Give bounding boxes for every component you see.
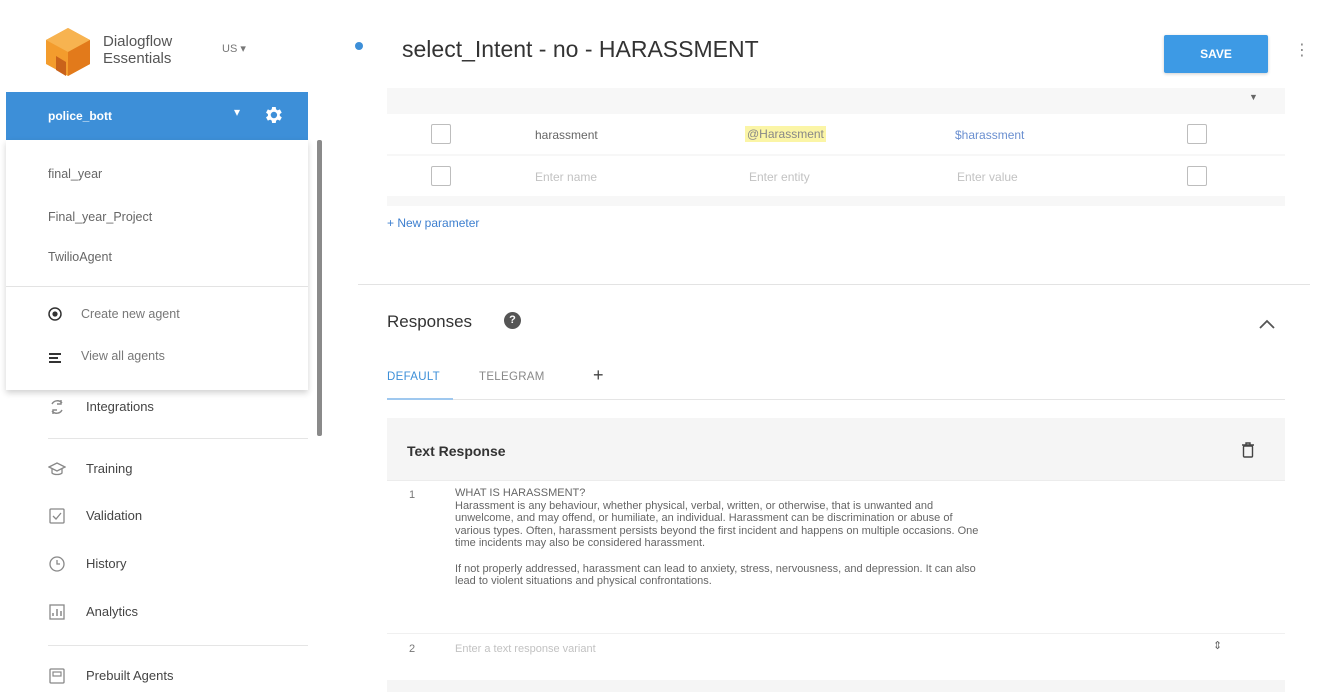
add-platform-icon[interactable]: + [593, 365, 604, 386]
unsaved-indicator [355, 42, 363, 50]
is-list-checkbox[interactable] [1187, 166, 1207, 186]
card-title: Text Response [407, 443, 506, 459]
required-checkbox[interactable] [431, 166, 451, 186]
active-tab-indicator [387, 398, 453, 400]
view-all-agents-link[interactable]: View all agents [81, 349, 165, 363]
sidebar-item-integrations[interactable]: Integrations [48, 394, 288, 420]
sidebar-item-label: Analytics [86, 604, 139, 619]
page-header: select_Intent - no - HARASSMENT SAVE ⋮ [322, 0, 1340, 88]
save-button[interactable]: SAVE [1164, 35, 1268, 73]
sidebar-item-label: Integrations [86, 399, 154, 414]
sidebar-item-analytics[interactable]: Analytics [48, 599, 288, 625]
table-row: Enter name Enter entity Enter value [387, 156, 1285, 196]
parameter-entity-input[interactable]: Enter entity [749, 170, 810, 184]
chevron-down-icon[interactable]: ▾ [234, 105, 240, 119]
region-selector[interactable]: US ▾ [222, 42, 246, 55]
sidebar-item-label: History [86, 556, 127, 571]
sidebar-item-training[interactable]: Training [48, 456, 288, 482]
integrations-icon [51, 400, 63, 414]
current-agent-name: police_bott [48, 109, 113, 123]
sidebar-item-prebuilt-agents[interactable]: Prebuilt Agents [48, 663, 288, 689]
divider [358, 284, 1310, 285]
responses-section-title: Responses [387, 312, 473, 331]
analytics-icon [49, 604, 65, 620]
sidebar-item-validation[interactable]: Validation [48, 503, 288, 529]
reorder-icon[interactable]: ⇕ [1213, 639, 1222, 652]
divider [6, 286, 308, 287]
training-icon [48, 462, 66, 476]
response-variant-input[interactable]: Enter a text response variant [455, 643, 596, 655]
parameter-entity[interactable]: @Harassment [745, 126, 826, 142]
text-response-card: Text Response 1 WHAT IS HARASSMENT? Hara… [387, 418, 1285, 668]
parameter-value-input[interactable]: Enter value [957, 170, 1018, 184]
add-circle-icon [48, 307, 62, 321]
agent-option[interactable]: Final_year_Project [48, 210, 152, 224]
create-new-agent-link[interactable]: Create new agent [81, 307, 180, 321]
product-name: Dialogflow Essentials [103, 33, 172, 67]
validation-icon [49, 508, 65, 524]
required-checkbox[interactable] [431, 124, 451, 144]
response-platform-tabs: DEFAULT TELEGRAM + [387, 365, 1285, 400]
agent-option[interactable]: final_year [48, 167, 102, 181]
tab-default[interactable]: DEFAULT [387, 371, 440, 383]
row-number: 1 [409, 489, 416, 501]
product-name-line2: Essentials [103, 50, 172, 67]
sidebar-item-history[interactable]: History [48, 551, 288, 577]
gear-icon[interactable] [262, 104, 284, 126]
main-content: ▼ harassment @Harassment $harassment Ent… [322, 0, 1340, 692]
sidebar-item-label: Prebuilt Agents [86, 668, 174, 683]
help-icon[interactable]: ? [504, 312, 521, 329]
next-card [387, 680, 1285, 692]
agent-selector[interactable]: police_bott ▾ [6, 92, 308, 140]
sidebar: Dialogflow Essentials US ▾ police_bott ▾… [0, 0, 322, 692]
brand-header: Dialogflow Essentials US ▾ [0, 0, 322, 92]
more-options-icon[interactable]: ⋮ [1294, 40, 1310, 64]
agent-dropdown-menu: final_year Final_year_Project TwilioAgen… [6, 140, 308, 390]
response-list: 1 WHAT IS HARASSMENT? Harassment is any … [387, 480, 1285, 668]
parameters-table: ▼ harassment @Harassment $harassment Ent… [387, 88, 1285, 206]
table-row: harassment @Harassment $harassment [387, 114, 1285, 154]
sidebar-item-label: Validation [86, 508, 143, 523]
dialogflow-logo-icon[interactable] [44, 26, 92, 78]
parameter-name-input[interactable]: Enter name [535, 170, 597, 184]
agent-option[interactable]: TwilioAgent [48, 250, 112, 264]
prebuilt-agents-icon [49, 668, 65, 684]
sidebar-item-label: Training [86, 461, 133, 476]
parameter-value[interactable]: $harassment [955, 128, 1024, 142]
row-number: 2 [409, 643, 416, 655]
is-list-checkbox[interactable] [1187, 124, 1207, 144]
product-name-line1: Dialogflow [103, 33, 173, 50]
chevron-down-icon[interactable]: ▼ [1249, 92, 1258, 102]
new-parameter-link[interactable]: + New parameter [387, 216, 479, 230]
tab-telegram[interactable]: TELEGRAM [479, 371, 545, 383]
history-icon [49, 556, 65, 572]
response-text[interactable]: WHAT IS HARASSMENT? Harassment is any be… [455, 487, 1225, 588]
page-title[interactable]: select_Intent - no - HARASSMENT [402, 36, 759, 63]
chevron-up-icon[interactable] [1258, 318, 1276, 330]
list-icon [49, 353, 61, 363]
divider [48, 438, 308, 439]
divider [387, 633, 1285, 634]
parameter-name[interactable]: harassment [535, 128, 598, 142]
trash-icon[interactable] [1241, 442, 1255, 458]
divider [48, 645, 308, 646]
